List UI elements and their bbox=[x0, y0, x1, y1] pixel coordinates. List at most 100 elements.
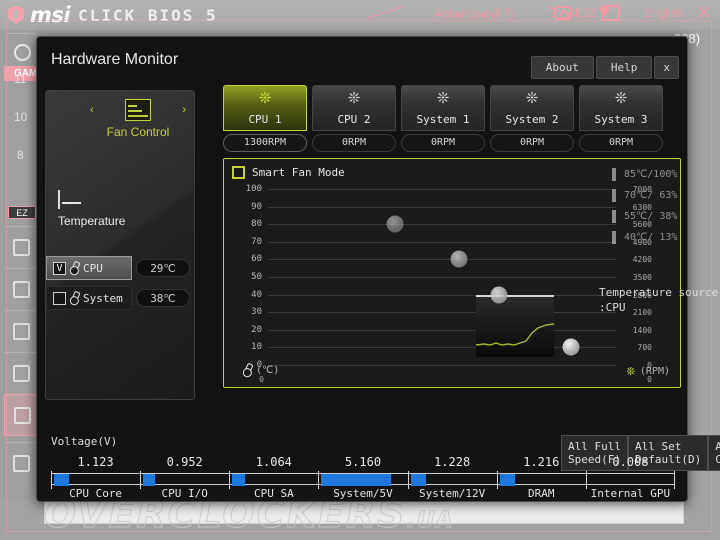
voltage-cell: 0.008 bbox=[586, 453, 675, 471]
fan-icon: ❊ bbox=[525, 90, 539, 107]
y-axis-tick: 40 bbox=[251, 289, 262, 300]
voltage-title: Voltage(V) bbox=[51, 435, 118, 448]
legend-item: 55℃/ 38% bbox=[612, 206, 720, 227]
voltage-value: 5.160 bbox=[344, 455, 382, 469]
sensor-checkbox-cpu[interactable]: V bbox=[53, 261, 66, 275]
gridline bbox=[268, 206, 616, 208]
fan-icon: ❊ bbox=[347, 90, 361, 107]
legend-item: 40℃/ 13% bbox=[612, 227, 720, 248]
dialog-title: Hardware Monitor bbox=[51, 51, 179, 68]
dialog-body: ‹ › Fan Control Temperature V CPU 29℃ Sy… bbox=[37, 83, 720, 471]
sensor-value-cpu: 29℃ bbox=[136, 259, 190, 277]
legend-item: 70℃/ 63% bbox=[612, 185, 720, 206]
gridline bbox=[268, 259, 616, 261]
favorites-list-icon[interactable] bbox=[601, 5, 620, 21]
fan-curve-icon bbox=[125, 99, 151, 121]
voltage-value: 1.228 bbox=[434, 455, 471, 469]
language-selector[interactable]: English bbox=[644, 6, 683, 20]
fan-tab-system-3[interactable]: ❊ System 3 0RPM bbox=[579, 85, 663, 152]
fan-tab-cpu-1[interactable]: ❊ CPU 1 1300RPM bbox=[223, 85, 307, 152]
legend-swatch bbox=[612, 189, 616, 202]
legend-item: 85℃/100% bbox=[612, 164, 720, 185]
voltage-cell: 5.160 bbox=[318, 453, 407, 471]
sensor-name-system: System bbox=[83, 291, 123, 305]
y-axis-tick: 20 bbox=[251, 324, 262, 335]
curve-legend: 85℃/100% 70℃/ 63% 55℃/ 38% 40℃/ 13% bbox=[612, 164, 720, 248]
legend-label: 55℃/ 38% bbox=[624, 211, 678, 222]
fan-icon: ❊ bbox=[626, 363, 635, 379]
fan-icon: ❊ bbox=[258, 90, 272, 107]
legend-label: 70℃/ 63% bbox=[624, 190, 678, 201]
temperature-source-label: Temperature source :CPU bbox=[599, 286, 719, 314]
smart-fan-mode-row[interactable]: Smart Fan Mode bbox=[232, 166, 345, 179]
fan-curve-panel: Smart Fan Mode 100 7000 90 6300 80 5600 70 4900… bbox=[223, 158, 718, 388]
voltage-rail-label: CPU SA bbox=[253, 487, 294, 500]
fan-rpm-value: 0RPM bbox=[401, 134, 485, 152]
voltage-rail-label: CPU I/O bbox=[161, 487, 208, 500]
about-button[interactable]: About bbox=[530, 56, 594, 79]
fan-tab-label: System 3 bbox=[594, 113, 648, 126]
fan-tab-system-1[interactable]: ❊ System 1 0RPM bbox=[401, 85, 485, 152]
legend-label: 40℃/ 13% bbox=[624, 232, 678, 243]
fan-icon: ❊ bbox=[614, 90, 628, 107]
curve-handle-1[interactable] bbox=[386, 215, 404, 233]
curve-handle-2[interactable] bbox=[450, 250, 468, 268]
temperature-section[interactable]: Temperature bbox=[58, 190, 168, 228]
voltage-rail-label: System/5V bbox=[333, 487, 393, 500]
y-axis-tick: 50 bbox=[251, 272, 262, 282]
legend-swatch bbox=[612, 168, 616, 181]
fan-rpm-value: 0RPM bbox=[579, 134, 663, 152]
gridline bbox=[268, 312, 616, 314]
voltage-cell: 1.216 bbox=[497, 453, 586, 471]
curve-handle-4[interactable] bbox=[562, 338, 580, 356]
fan-history-minigraph bbox=[475, 294, 555, 357]
voltage-panel: Voltage(V) 1.123 CPU Core 0.952 CPU I/O 1.06… bbox=[37, 435, 689, 501]
fan-icon: ❊ bbox=[436, 90, 450, 107]
fan-control-section[interactable]: ‹ › Fan Control bbox=[90, 99, 186, 139]
sensor-row-system[interactable]: System 38℃ bbox=[46, 285, 194, 311]
gridline bbox=[268, 224, 616, 226]
fan-tab-label: CPU 2 bbox=[337, 113, 371, 126]
screenshot-camera-icon[interactable] bbox=[554, 6, 571, 20]
voltage-bar bbox=[499, 474, 516, 486]
thermometer-icon bbox=[241, 362, 253, 378]
rpm-axis-unit-label: (RPM) bbox=[639, 365, 670, 377]
voltage-bar bbox=[410, 474, 426, 486]
close-button[interactable]: x bbox=[654, 56, 679, 79]
thermometer-icon bbox=[68, 290, 80, 306]
sensor-value-system: 38℃ bbox=[136, 289, 190, 307]
sensor-sidebar: ‹ › Fan Control Temperature V CPU 29℃ Sy… bbox=[45, 90, 195, 400]
legend-swatch bbox=[612, 231, 616, 244]
gridline bbox=[268, 294, 616, 296]
fan-control-next-icon[interactable]: › bbox=[182, 104, 186, 116]
voltage-value: 1.064 bbox=[255, 455, 292, 469]
sensor-row-cpu[interactable]: V CPU 29℃ bbox=[46, 255, 194, 281]
fan-control-prev-icon[interactable]: ‹ bbox=[90, 104, 94, 116]
y-axis-tick: 90 bbox=[251, 201, 262, 212]
voltage-cell: 1.228 bbox=[408, 453, 497, 471]
sensor-name-cpu: CPU bbox=[83, 261, 103, 275]
all-set-cancel-button[interactable]: All Set Cancel(C) bbox=[708, 435, 720, 471]
voltage-bar bbox=[232, 474, 246, 486]
help-button[interactable]: Help bbox=[595, 56, 653, 79]
voltage-value: 0.008 bbox=[612, 455, 649, 469]
smart-fan-mode-checkbox[interactable] bbox=[232, 166, 245, 179]
temperature-graph-icon bbox=[58, 190, 81, 209]
fan-panel: ❊ CPU 1 1300RPM ❊ CPU 2 0RPM ❊ System 1 … bbox=[223, 85, 720, 471]
fan-tab-system-2[interactable]: ❊ System 2 0RPM bbox=[490, 85, 574, 152]
sensor-checkbox-system[interactable] bbox=[53, 291, 66, 305]
fan-tab-label: System 2 bbox=[505, 113, 559, 126]
curve-handle-3[interactable] bbox=[490, 286, 508, 304]
voltage-value: 1.216 bbox=[523, 455, 560, 469]
y-axis-tick: 30 bbox=[251, 307, 262, 318]
gridline bbox=[268, 329, 616, 331]
fan-tab-cpu-2[interactable]: ❊ CPU 2 0RPM bbox=[312, 85, 396, 152]
temp-axis-unit-label: (℃) bbox=[256, 364, 280, 376]
fan-rpm-value: 0RPM bbox=[312, 134, 396, 152]
y-axis-tick: 100 bbox=[245, 184, 262, 194]
voltage-bar bbox=[321, 474, 392, 486]
voltage-rail-label: System/12V bbox=[419, 487, 486, 500]
y2-axis-tick: 3500 bbox=[632, 273, 652, 282]
curve-axis-footer: (℃) ❊ (RPM) bbox=[224, 361, 682, 383]
legend-swatch bbox=[612, 210, 616, 223]
